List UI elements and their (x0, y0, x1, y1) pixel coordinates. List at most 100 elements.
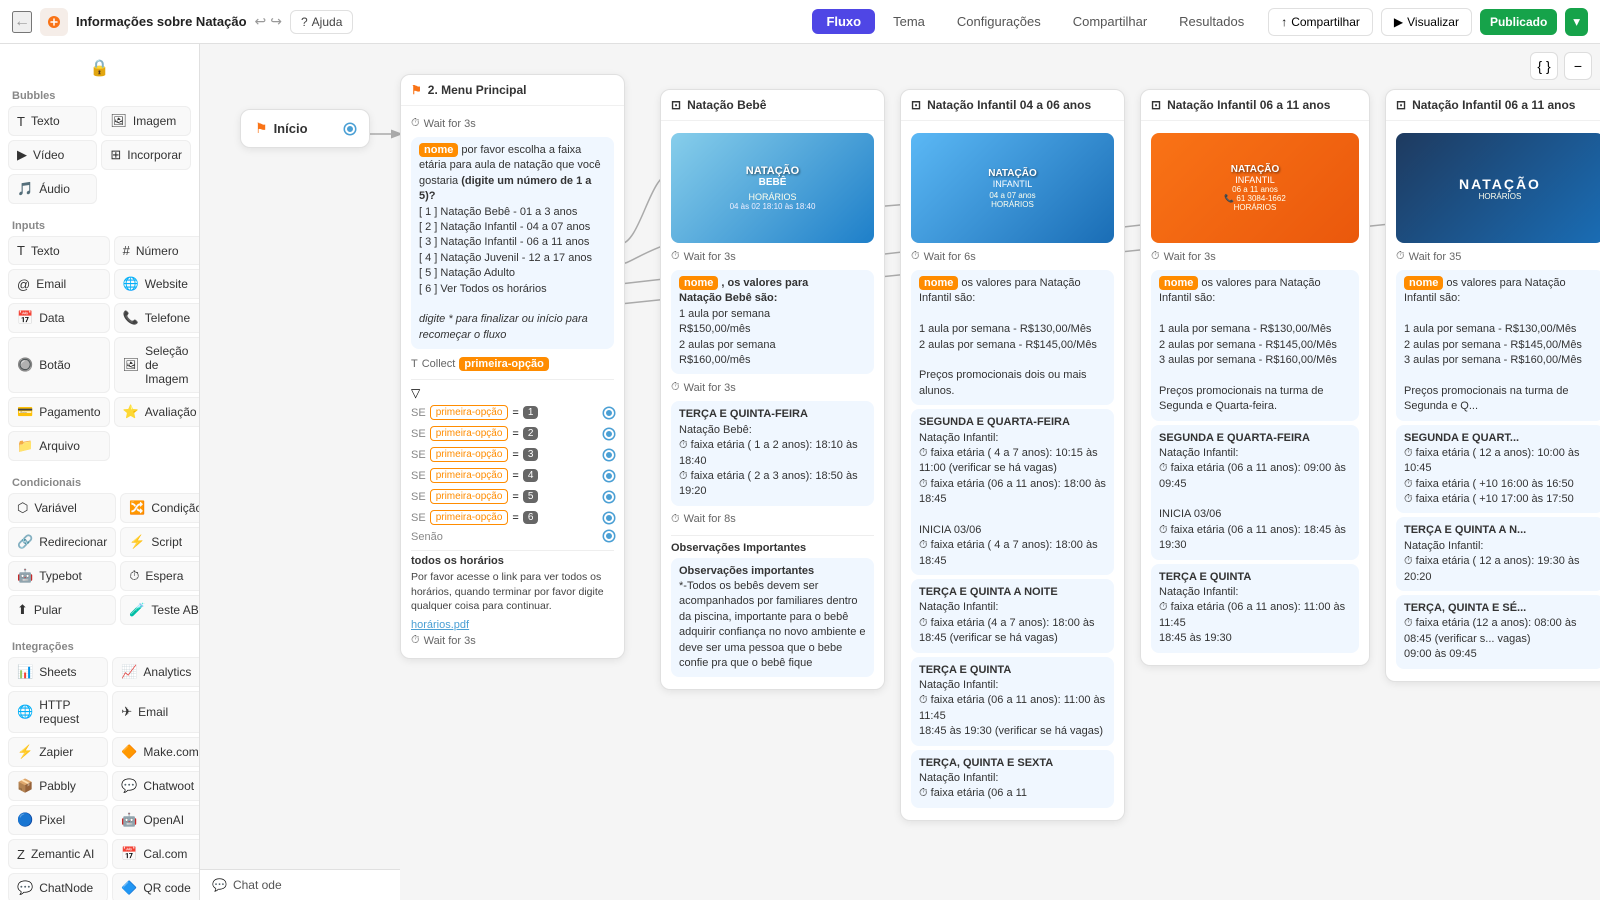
sidebar-item-pixel[interactable]: 🔵Pixel (8, 805, 108, 835)
infantil04-clock-icon: ⏱ (911, 250, 920, 263)
preview-button[interactable]: ▶ Visualizar (1381, 8, 1472, 36)
node-natacao-bebe[interactable]: ⊡ Natação Bebê NATAÇÃO BEBÊ HORÁRIOS 04 … (660, 89, 885, 690)
sidebar-item-typebot[interactable]: 🤖Typebot (8, 561, 116, 591)
start-flag-icon: ⚑ (255, 120, 268, 137)
share-button[interactable]: ↑ Compartilhar (1268, 8, 1373, 36)
infantil06-schedule2: TERÇA E QUINTA Natação Infantil: ⏱ faixa… (1151, 564, 1359, 653)
infantil06-flag-icon: ⊡ (1151, 98, 1161, 112)
bebe-price-msg: nome , os valores paraNatação Bebê são: … (671, 270, 874, 374)
sidebar-item-script[interactable]: ⚡Script (120, 527, 200, 557)
sidebar-item-analytics[interactable]: 📈Analytics (112, 657, 200, 687)
canvas[interactable]: { } − (200, 44, 1600, 900)
bebe-wait1: ⏱ Wait for 3s (671, 247, 874, 266)
sidebar-item-pular[interactable]: ⬆Pular (8, 595, 116, 625)
sidebar-item-input-texto[interactable]: TTexto (8, 236, 110, 265)
horarios-link[interactable]: horários.pdf (411, 617, 614, 631)
tab-tema[interactable]: Tema (879, 9, 939, 34)
email-icon: @ (17, 277, 30, 292)
chat-mode-label: Chat ode (233, 878, 282, 892)
sidebar-item-incorporar[interactable]: ⊞Incorporar (101, 140, 191, 170)
sidebar-item-zemantic[interactable]: ZZemantic AI (8, 839, 108, 869)
payment-icon: 💳 (17, 404, 33, 420)
sidebar-item-cal[interactable]: 📅Cal.com (112, 839, 200, 869)
collect-row: T Collect primeira-opção (411, 353, 614, 375)
infantil04-flag-icon: ⊡ (911, 98, 921, 112)
preview-icon: ▶ (1394, 15, 1403, 29)
node-infantil06[interactable]: ⊡ Natação Infantil 06 a 11 anos NATAÇÃO … (1140, 89, 1370, 666)
sidebar-item-espera[interactable]: ⏱Espera (120, 561, 200, 591)
bebe-obs-section: Observações Importantes Observações impo… (671, 535, 874, 678)
node-infantil04[interactable]: ⊡ Natação Infantil 04 a 06 anos NATAÇÃO … (900, 89, 1125, 821)
infantil06-body: NATAÇÃO INFANTIL 06 a 11 anos 📞 61 3084-… (1141, 121, 1369, 665)
tab-fluxo[interactable]: Fluxo (812, 9, 875, 34)
sidebar-item-data[interactable]: 📅Data (8, 303, 110, 333)
tab-resultados[interactable]: Resultados (1165, 9, 1258, 34)
openai-icon: 🤖 (121, 812, 137, 828)
bebe-title: Natação Bebê (687, 98, 766, 112)
sidebar-item-pagamento[interactable]: 💳Pagamento (8, 397, 110, 427)
sidebar-item-texto[interactable]: TTexto (8, 106, 97, 136)
pixel-icon: 🔵 (17, 812, 33, 828)
published-chevron[interactable]: ▾ (1565, 8, 1588, 36)
tab-configuracoes[interactable]: Configurações (943, 9, 1055, 34)
sidebar-item-numero[interactable]: #Número (114, 236, 200, 265)
node-start[interactable]: ⚑ Início (240, 109, 370, 148)
nome-tag: nome (419, 143, 458, 157)
code-button[interactable]: { } (1530, 52, 1558, 80)
sidebar-item-sheets[interactable]: 📊Sheets (8, 657, 108, 687)
script-icon: ⚡ (129, 534, 145, 550)
infantil04-schedule3: TERÇA E QUINTA Natação Infantil: ⏱ faixa… (911, 657, 1114, 746)
sidebar-item-openai[interactable]: 🤖OpenAI (112, 805, 200, 835)
sidebar-item-int-email[interactable]: ✈Email (112, 691, 200, 733)
menu-wait2: ⏱ Wait for 3s (411, 631, 614, 650)
sidebar-item-botao[interactable]: 🔘Botão (8, 337, 110, 393)
sidebar-item-imagem[interactable]: 🖼Imagem (101, 106, 191, 136)
sidebar-item-pabbly[interactable]: 📦Pabbly (8, 771, 108, 801)
fit-button[interactable]: − (1564, 52, 1592, 80)
topbar-left: ← Informações sobre Natação ↩ ↪ ? Ajuda (12, 8, 802, 36)
back-button[interactable]: ← (12, 11, 32, 33)
sidebar-item-make[interactable]: 🔶Make.com (112, 737, 200, 767)
filter-icon-row: ▽ (411, 384, 614, 402)
published-button[interactable]: Publicado (1480, 9, 1557, 35)
start-connector (345, 124, 355, 134)
node-menu[interactable]: ⚑ 2. Menu Principal ⏱ Wait for 3s nome p… (400, 74, 625, 659)
bebe-wait2: ⏱ Wait for 3s (671, 378, 874, 397)
input-text-icon: T (17, 243, 25, 258)
website-icon: 🌐 (123, 276, 139, 292)
flow-area[interactable]: ⚑ Início ⚑ 2. Menu Principal ⏱ Wait for (200, 44, 1600, 900)
lock-icon: 🔒 (8, 52, 191, 84)
zemantic-icon: Z (17, 847, 25, 862)
todos-text: Por favor acesse o link para ver todos o… (411, 570, 614, 614)
condition-2: SE primeira-opção = 2 (411, 423, 614, 444)
sidebar-item-http[interactable]: 🌐HTTP request (8, 691, 108, 733)
sidebar-item-teste-ab[interactable]: 🧪Teste AB (120, 595, 200, 625)
help-button[interactable]: ? Ajuda (290, 10, 353, 34)
sidebar-item-chatnode[interactable]: 💬ChatNode (8, 873, 108, 900)
sidebar-item-arquivo[interactable]: 📁Arquivo (8, 431, 110, 461)
sidebar-item-avaliacao[interactable]: ⭐Avaliação (114, 397, 200, 427)
sidebar-item-selecao-imagem[interactable]: 🖼Seleção de Imagem (114, 337, 200, 393)
sidebar-item-telefone[interactable]: 📞Telefone (114, 303, 200, 333)
sidebar-item-qr[interactable]: 🔷QR code (112, 873, 200, 900)
infantil04-price: nome os valores para Natação Infantil sã… (911, 270, 1114, 405)
sidebar-item-audio[interactable]: 🎵Áudio (8, 174, 97, 204)
redo-button[interactable]: ↪ (270, 13, 282, 30)
sidebar-item-video[interactable]: ▶Vídeo (8, 140, 97, 170)
undo-button[interactable]: ↩ (255, 13, 267, 30)
make-icon: 🔶 (121, 744, 137, 760)
sidebar-item-zapier[interactable]: ⚡Zapier (8, 737, 108, 767)
node-infantil17[interactable]: ⊡ Natação Infantil 06 a 11 anos NATAÇÃO … (1385, 89, 1600, 682)
sidebar-item-chatwoot[interactable]: 💬Chatwoot (112, 771, 200, 801)
menu-header: ⚑ 2. Menu Principal (401, 75, 624, 106)
infantil06-image: NATAÇÃO INFANTIL 06 a 11 anos 📞 61 3084-… (1151, 133, 1359, 243)
sidebar-item-variavel[interactable]: ⬡Variável (8, 493, 116, 523)
share-label: Compartilhar (1291, 15, 1360, 29)
bebe-flag-icon: ⊡ (671, 98, 681, 112)
tab-compartilhar[interactable]: Compartilhar (1059, 9, 1161, 34)
sidebar-item-redirecionar[interactable]: 🔗Redirecionar (8, 527, 116, 557)
start-content: ⚑ Início (255, 120, 308, 137)
sidebar-item-email[interactable]: @Email (8, 269, 110, 299)
sidebar-item-website[interactable]: 🌐Website (114, 269, 200, 299)
sidebar-item-condicao[interactable]: 🔀Condição (120, 493, 200, 523)
